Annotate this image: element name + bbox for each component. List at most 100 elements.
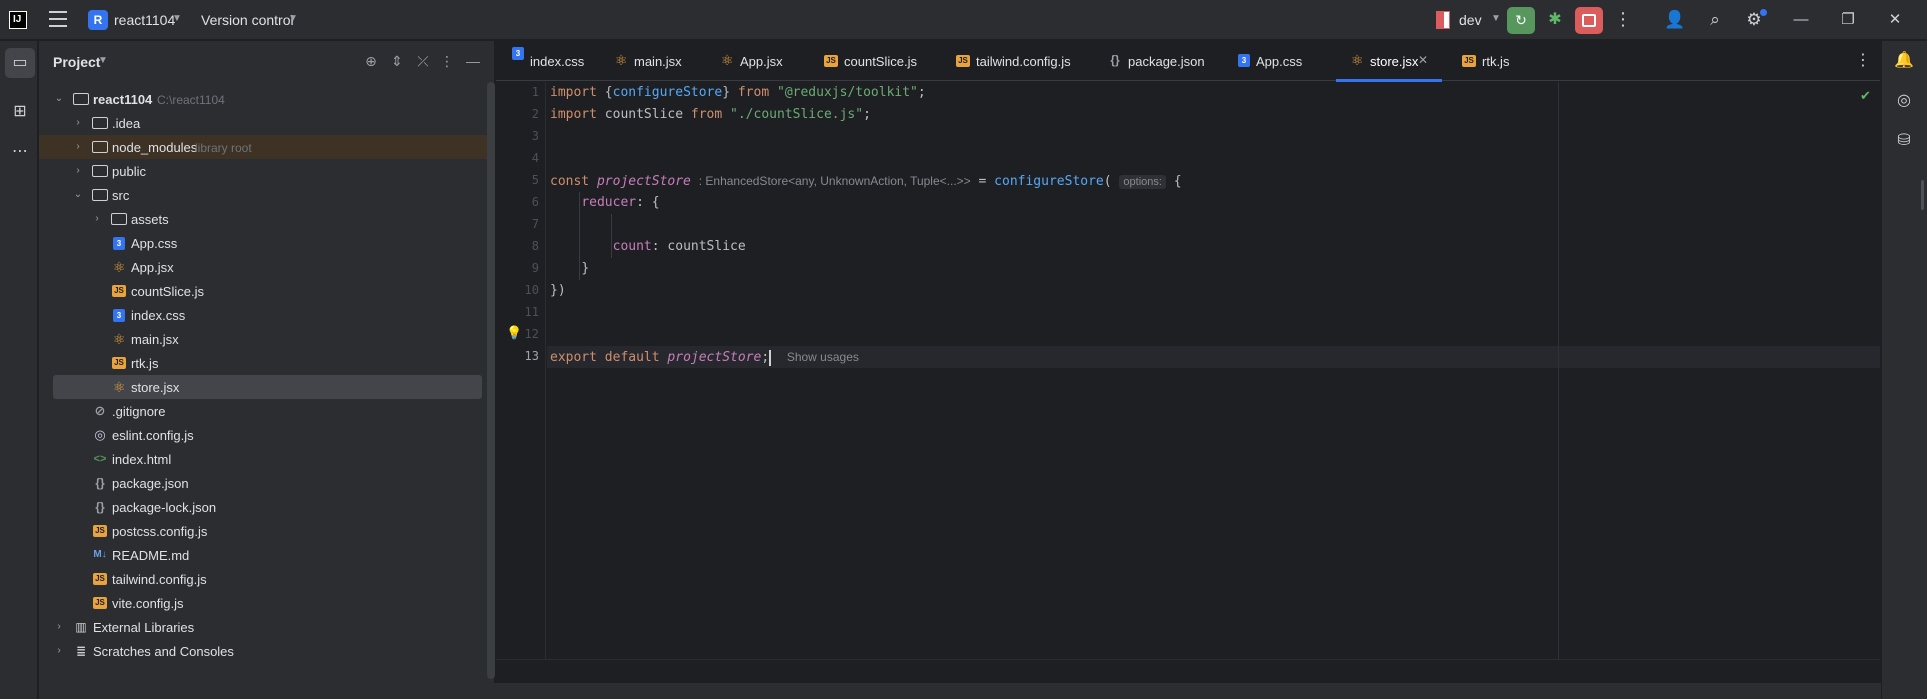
restore-icon[interactable]: ❐ (1837, 9, 1859, 31)
json-file-icon: {} (95, 476, 105, 490)
tree-item-index-css[interactable]: 3 index.css (39, 303, 494, 327)
chevron-down-icon[interactable]: ▼ (288, 13, 298, 24)
chevron-down-icon[interactable]: ⌄ (72, 187, 84, 203)
rerun-button[interactable]: ↻ (1507, 7, 1535, 34)
tab-rtk-js[interactable]: JS rtk.js (1448, 41, 1538, 81)
tree-item-idea[interactable]: › .idea (39, 111, 494, 135)
tab-main-jsx[interactable]: ⚛ main.jsx (600, 41, 706, 81)
tab-store-jsx[interactable]: ⚛ store.jsx ✕ (1336, 41, 1442, 82)
line-number-gutter[interactable]: 1 2 3 4 5 6 7 8 9 10 11 12 13 (496, 82, 546, 659)
tree-item-postcss-config[interactable]: JS postcss.config.js (39, 519, 494, 543)
tree-item-external-libraries[interactable]: › ▥ External Libraries (39, 615, 494, 639)
show-usages-hint[interactable]: Show usages (787, 350, 859, 364)
line-number: 3 (531, 129, 539, 143)
project-panel-scrollbar[interactable] (487, 82, 495, 679)
more-tools-icon[interactable]: ⋯ (5, 137, 35, 167)
tree-item-app-jsx[interactable]: ⚛ App.jsx (39, 255, 494, 279)
version-control-menu[interactable]: Version control (201, 12, 294, 28)
chevron-right-icon[interactable]: › (91, 211, 103, 227)
chevron-right-icon[interactable]: › (72, 115, 84, 131)
collapse-all-icon[interactable]: ⤫ (414, 52, 432, 70)
tab-tailwind-config[interactable]: JS tailwind.config.js (942, 41, 1094, 81)
tree-item-countslice-js[interactable]: JS countSlice.js (39, 279, 494, 303)
debug-icon[interactable]: ✱ (1545, 9, 1565, 31)
lightbulb-icon[interactable]: 💡 (506, 325, 522, 341)
folder-icon (111, 213, 127, 225)
minimize-icon[interactable]: — (1790, 9, 1812, 31)
js-file-icon: JS (93, 525, 107, 537)
markdown-file-icon: M↓ (93, 549, 107, 560)
structure-tool-icon[interactable]: ⊞ (5, 97, 35, 127)
chevron-right-icon[interactable]: › (53, 643, 65, 659)
tree-item-rtk-js[interactable]: JS rtk.js (39, 351, 494, 375)
react-file-icon: ⚛ (112, 379, 126, 395)
no-problems-check-icon[interactable]: ✔ (1860, 88, 1871, 104)
chevron-down-icon[interactable]: ▼ (98, 55, 108, 66)
chevron-right-icon[interactable]: › (53, 619, 65, 635)
chevron-down-icon[interactable]: ▼ (172, 13, 182, 24)
tree-item-eslint-config[interactable]: ◎ eslint.config.js (39, 423, 494, 447)
chevron-right-icon[interactable]: › (72, 139, 84, 155)
panel-title[interactable]: Project (53, 54, 100, 70)
tree-item-package-lock-json[interactable]: {} package-lock.json (39, 495, 494, 519)
editor-vertical-scroll-marker[interactable] (1921, 180, 1924, 210)
code-editor[interactable]: 1 2 3 4 5 6 7 8 9 10 11 12 13 💡 import {… (496, 82, 1880, 659)
react-file-icon: ⚛ (1350, 52, 1364, 68)
tree-item-assets[interactable]: › assets (39, 207, 494, 231)
tree-item-public[interactable]: › public (39, 159, 494, 183)
tab-index-css[interactable]: 3 index.css (496, 41, 600, 81)
tree-item-react1104[interactable]: ⌄ react1104 C:\react1104 (39, 87, 494, 111)
tab-options-icon[interactable]: ⋮ (1855, 50, 1871, 70)
options-icon[interactable]: ⋮ (438, 52, 456, 70)
react-file-icon: ⚛ (614, 52, 628, 68)
branch-switcher[interactable]: dev ▼ (1436, 11, 1506, 31)
text-caret (769, 349, 772, 366)
tab-app-jsx[interactable]: ⚛ App.jsx (706, 41, 810, 81)
code-area[interactable]: import {configureStore} from "@reduxjs/t… (547, 82, 1880, 659)
search-icon[interactable]: ⌕ (1704, 9, 1726, 31)
project-switcher[interactable]: react1104 (114, 12, 175, 28)
tab-countslice-js[interactable]: JS countSlice.js (810, 41, 942, 81)
left-tool-strip: ▭ ⊞ ⋯ (0, 41, 38, 699)
more-actions-icon[interactable]: ⋮ (1614, 9, 1632, 29)
database-icon[interactable]: ⛁ (1892, 129, 1916, 153)
project-badge[interactable]: R (88, 10, 108, 30)
ai-assistant-icon[interactable]: ◎ (1892, 89, 1916, 113)
js-file-icon: JS (93, 573, 107, 585)
tab-label: tailwind.config.js (976, 54, 1071, 69)
tab-package-json[interactable]: {} package.json (1094, 41, 1222, 81)
tree-item-main-jsx[interactable]: ⚛ main.jsx (39, 327, 494, 351)
tree-item-label: assets (131, 212, 169, 227)
tree-item-scratches[interactable]: › ≣ Scratches and Consoles (39, 639, 494, 663)
tree-item-app-css[interactable]: 3 App.css (39, 231, 494, 255)
tab-app-css[interactable]: 3 App.css (1222, 41, 1326, 81)
locate-file-icon[interactable]: ⊕ (362, 52, 380, 70)
intellij-logo-icon[interactable]: IJ (9, 11, 27, 29)
chevron-down-icon[interactable]: ⌄ (53, 91, 65, 107)
tree-item-store-jsx[interactable]: ⚛ store.jsx (53, 375, 482, 399)
tree-item-node-modules[interactable]: › node_modules library root (39, 135, 494, 159)
stop-button[interactable] (1575, 7, 1603, 34)
tree-item-vite-config[interactable]: JS vite.config.js (39, 591, 494, 615)
hide-panel-icon[interactable]: — (464, 52, 482, 70)
main-menu-icon[interactable] (49, 11, 67, 27)
tree-item-gitignore[interactable]: ⊘ .gitignore (39, 399, 494, 423)
project-tool-icon[interactable]: ▭ (5, 48, 35, 78)
expand-all-icon[interactable]: ⇕ (388, 52, 406, 70)
tree-item-index-html[interactable]: <> index.html (39, 447, 494, 471)
close-window-icon[interactable]: ✕ (1884, 9, 1906, 31)
notifications-icon[interactable]: 🔔 (1892, 49, 1916, 73)
code-line-2: import countSlice from "./countSlice.js"… (550, 107, 871, 122)
add-user-icon[interactable]: 👤 (1664, 9, 1686, 31)
close-tab-icon[interactable]: ✕ (1418, 53, 1428, 67)
tree-item-readme[interactable]: M↓ README.md (39, 543, 494, 567)
js-file-icon: JS (956, 55, 970, 67)
tree-item-src[interactable]: ⌄ src (39, 183, 494, 207)
chevron-right-icon[interactable]: › (72, 163, 84, 179)
folder-icon (92, 189, 108, 201)
json-file-icon: {} (95, 500, 105, 514)
tree-item-package-json[interactable]: {} package.json (39, 471, 494, 495)
editor-horizontal-scrollbar[interactable] (496, 659, 1880, 683)
tree-item-tailwind-config[interactable]: JS tailwind.config.js (39, 567, 494, 591)
tree-item-label: src (112, 188, 130, 203)
